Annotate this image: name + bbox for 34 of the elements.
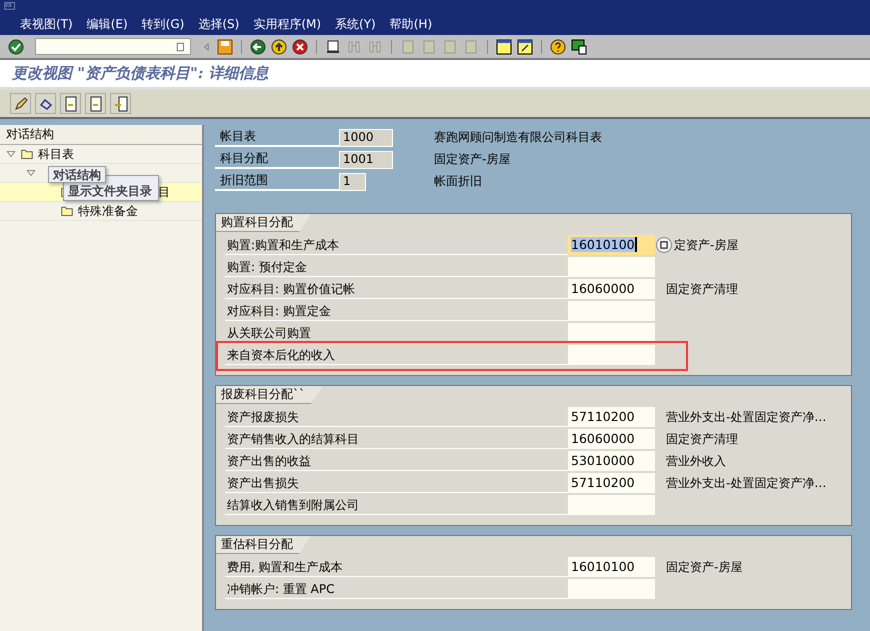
- display-field: 1000: [339, 128, 393, 146]
- field-label: 资产出售的收益: [225, 451, 568, 471]
- screen-title: 更改视图 "资产负债表科目": 详细信息: [12, 64, 269, 83]
- display-field: 1: [339, 172, 366, 190]
- field-description: 营业外支出-处置固定资产净…: [666, 474, 826, 492]
- field-label: 对应科目: 购置定金: [225, 301, 568, 321]
- tree-label: 目: [158, 184, 170, 200]
- field-description: 固定资产清理: [666, 430, 738, 448]
- group-title: 购置科目分配: [216, 214, 311, 232]
- field-label: 冲销帐户: 重置 APC: [225, 579, 568, 599]
- field-label: 结算收入销售到附属公司: [225, 495, 568, 515]
- tree-label: 特殊准备金: [78, 202, 138, 220]
- field-label: 资产销售收入的结算科目: [225, 429, 568, 449]
- field-label: 对应科目: 购置价值记帐: [225, 279, 568, 299]
- field-description: 帐面折旧: [434, 173, 482, 190]
- field-label: 购置:购置和生产成本: [225, 235, 568, 255]
- field-label: 购置: 预付定金: [225, 257, 568, 277]
- group-title: 重估科目分配: [216, 536, 311, 554]
- field-description: 营业外收入: [666, 452, 726, 470]
- field-label: 资产报废损失: [225, 407, 568, 427]
- panel-header: 对话结构: [0, 125, 202, 145]
- field-description: 营业外支出-处置固定资产净…: [666, 408, 826, 426]
- field-description: 固定资产清理: [666, 280, 738, 298]
- tree-label: 科目表: [38, 146, 74, 162]
- field-description: 固定资产-房屋: [434, 151, 510, 168]
- field-label: 资产出售损失: [225, 473, 568, 493]
- tooltip: 对话结构: [48, 166, 106, 183]
- field-description: 赛跑网顾问制造有限公司科目表: [434, 129, 602, 146]
- field-label: 费用, 购置和生产成本: [225, 557, 568, 577]
- group-title: 报废科目分配``: [216, 386, 323, 404]
- field-description: 固定资产-房屋: [666, 558, 742, 576]
- field-description: 定资产-房屋: [674, 236, 738, 254]
- display-field: 1001: [339, 150, 393, 168]
- field-label: 来自资本后化的收入: [225, 345, 568, 365]
